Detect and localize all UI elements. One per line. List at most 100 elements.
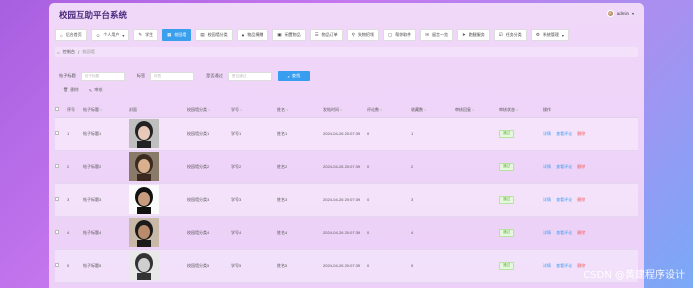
cell-cover[interactable] (129, 117, 187, 150)
delete-link[interactable]: 删除 (577, 230, 585, 235)
nav-item-6[interactable]: ▣ 闲置物品 (272, 29, 306, 41)
cell-reply (455, 150, 499, 183)
col-header-cover: 封面 (129, 103, 187, 118)
col-header-student-id[interactable]: 学号⇅ (231, 103, 277, 118)
nav-item-3[interactable]: ▦ 校园墙 (162, 29, 192, 41)
nav-item-7[interactable]: ☰ 物品订单 (309, 29, 343, 41)
table-row[interactable]: 2 帖子标题2 校园墙分类2 学号2 姓名2 2024-04-26 20:07:… (55, 150, 638, 183)
nav-item-label: 任务分类 (505, 32, 522, 37)
parcel-icon: ▢ (387, 32, 393, 37)
nav-item-8[interactable]: ⚲ 失物招领 (346, 29, 379, 41)
nav-item-1[interactable]: ☺ 个人用户 ▾ (90, 29, 130, 41)
breadcrumb-home[interactable]: 控制台 (63, 49, 76, 55)
cell-no: 2 (67, 164, 70, 169)
view-comments-link[interactable]: 查看评论 (556, 197, 572, 202)
row-checkbox[interactable] (55, 164, 59, 168)
col-header-title[interactable]: 帖子标题⇅ (83, 103, 129, 118)
watermark: CSDN @黄建程序设计 (583, 270, 685, 281)
sort-icon[interactable]: ⇅ (472, 108, 475, 112)
view-comments-link[interactable]: 查看评论 (556, 131, 572, 136)
review-action[interactable]: ✎ 审核 (89, 87, 103, 93)
delete-link[interactable]: 删除 (577, 131, 585, 136)
sort-icon[interactable]: ⇅ (208, 108, 211, 112)
cell-student-id: 学号4 (231, 229, 242, 235)
cell-cover[interactable] (129, 183, 187, 216)
nav-item-9[interactable]: ▢ 帮你取件 (382, 29, 417, 41)
cell-time: 2024-04-26 20:07:39 (323, 263, 361, 268)
delete-action[interactable]: 🗑 删除 (63, 87, 79, 93)
nav-item-11[interactable]: ➤ 跑腿服务 (456, 29, 490, 41)
row-checkbox-cell[interactable] (55, 249, 67, 282)
cover-image[interactable] (129, 218, 159, 247)
chevron-down-icon[interactable]: ▾ (632, 11, 634, 16)
select-all-checkbox[interactable] (55, 107, 59, 112)
row-checkbox[interactable] (55, 197, 59, 201)
cover-image[interactable] (129, 185, 159, 214)
tag-search-input[interactable] (150, 71, 195, 81)
cell-cover[interactable] (129, 249, 187, 282)
row-checkbox-cell[interactable] (55, 117, 67, 150)
row-checkbox[interactable] (55, 230, 59, 234)
detail-link[interactable]: 详情 (543, 197, 551, 202)
row-checkbox[interactable] (55, 263, 59, 267)
nav-item-10[interactable]: ✉ 留言一览 (420, 29, 453, 41)
user-menu[interactable]: admin ▾ (606, 10, 634, 17)
cell-cover[interactable] (129, 216, 187, 249)
breadcrumb-separator: / (78, 49, 80, 55)
select-all-checkbox-cell[interactable] (55, 103, 67, 118)
search-button[interactable]: ⌕ 查找 (277, 71, 310, 81)
nav-item-12[interactable]: ☑ 任务分类 (493, 29, 527, 41)
cover-image[interactable] (129, 152, 159, 181)
view-comments-link[interactable]: 查看评论 (556, 263, 572, 268)
view-comments-link[interactable]: 查看评论 (556, 230, 572, 235)
sort-icon[interactable]: ⇅ (424, 108, 427, 112)
detail-link[interactable]: 详情 (543, 164, 551, 169)
title-search-input[interactable] (80, 71, 125, 81)
cover-image[interactable] (129, 119, 159, 148)
cell-cover[interactable] (129, 150, 187, 183)
col-header-status[interactable]: 审核状态⇅ (499, 103, 543, 118)
nav-item-4[interactable]: ▤ 校园墙分类 (195, 29, 233, 41)
status-badge: 通过 (499, 195, 514, 204)
row-checkbox-cell[interactable] (55, 216, 67, 249)
table-row[interactable]: 5 帖子标题5 校园墙分类5 学号5 姓名5 2024-04-26 20:07:… (55, 249, 638, 282)
col-header-comments[interactable]: 评论数⇅ (367, 103, 411, 118)
order-icon: ☰ (314, 32, 319, 37)
delete-link[interactable]: 删除 (577, 197, 585, 202)
detail-link[interactable]: 详情 (543, 263, 551, 268)
view-comments-link[interactable]: 查看评论 (556, 164, 572, 169)
sort-icon[interactable]: ⇅ (380, 108, 383, 112)
col-header-time[interactable]: 发帖时间⇅ (323, 103, 367, 118)
delete-link[interactable]: 删除 (577, 164, 585, 169)
col-header-favorites[interactable]: 收藏数⇅ (411, 103, 455, 118)
message-icon: ✉ (425, 32, 429, 37)
detail-link[interactable]: 详情 (543, 131, 551, 136)
nav-item-5[interactable]: ♥ 物品捐赠 (236, 29, 269, 41)
sort-icon[interactable]: ⇅ (340, 108, 343, 112)
nav-item-0[interactable]: ⌂ 后台首页 (55, 29, 87, 41)
sort-icon[interactable]: ⇅ (100, 108, 103, 112)
cell-comments: 0 (367, 164, 370, 169)
sort-icon[interactable]: ⇅ (516, 108, 519, 112)
detail-link[interactable]: 详情 (543, 230, 551, 235)
col-header-name[interactable]: 姓名⇅ (277, 103, 323, 118)
sort-icon[interactable]: ⇅ (240, 108, 243, 112)
col-header-reply[interactable]: 审核回复⇅ (455, 103, 499, 118)
col-header-category[interactable]: 校园墙分类⇅ (187, 103, 231, 118)
sort-icon[interactable]: ⇅ (286, 108, 289, 112)
user-name[interactable]: admin (617, 11, 629, 16)
home-icon[interactable]: ⌂ (57, 50, 60, 55)
cell-favorites: 2 (411, 164, 414, 169)
row-checkbox-cell[interactable] (55, 150, 67, 183)
row-checkbox[interactable] (55, 131, 59, 135)
table-row[interactable]: 1 帖子标题1 校园墙分类1 学号1 姓名1 2024-04-26 20:07:… (55, 117, 638, 150)
table-row[interactable]: 3 帖子标题3 校园墙分类3 学号3 姓名3 2024-04-26 20:07:… (55, 183, 638, 216)
nav-item-13[interactable]: ⚙ 系统管理 ▾ (530, 29, 569, 41)
row-checkbox-cell[interactable] (55, 183, 67, 216)
cover-image[interactable] (129, 251, 159, 280)
status-search-input[interactable] (227, 71, 272, 81)
avatar[interactable] (606, 10, 614, 17)
cell-title: 帖子标题5 (83, 262, 102, 268)
table-row[interactable]: 4 帖子标题4 校园墙分类4 学号4 姓名4 2024-04-26 20:07:… (55, 216, 638, 249)
nav-item-2[interactable]: ✎ 学生 (133, 29, 159, 41)
